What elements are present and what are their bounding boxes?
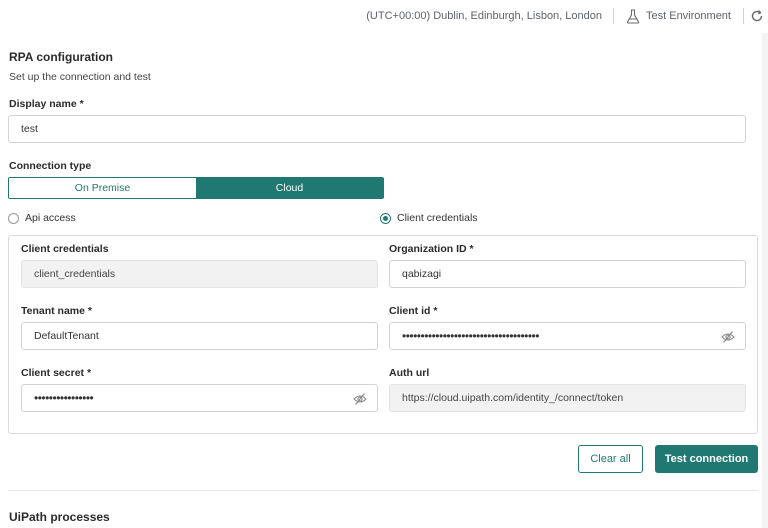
section-divider xyxy=(8,490,758,491)
environment-indicator[interactable]: Test Environment xyxy=(626,8,731,24)
radio-checked-icon xyxy=(380,212,391,224)
auth-url-label: Auth url xyxy=(389,367,430,379)
section-title: RPA configuration xyxy=(9,50,113,64)
client-credentials-label: Client credentials xyxy=(21,243,109,255)
organization-id-value: qabizagi xyxy=(402,268,442,280)
client-secret-value: •••••••••••••••• xyxy=(34,391,94,405)
uipath-processes-title: UiPath processes xyxy=(9,510,110,524)
client-id-value: ••••••••••••••••••••••••••••••••••••• xyxy=(402,329,539,343)
tenant-name-label: Tenant name * xyxy=(21,305,92,317)
timezone-label: (UTC+00:00) Dublin, Edinburgh, Lisbon, L… xyxy=(366,10,602,22)
tenant-name-value: DefaultTenant xyxy=(34,330,99,342)
organization-id-label: Organization ID * xyxy=(389,243,474,255)
environment-label: Test Environment xyxy=(646,10,731,22)
connection-type-toggle: On Premise Cloud xyxy=(8,177,384,199)
client-credentials-value: client_credentials xyxy=(34,268,116,280)
api-access-radio[interactable]: Api access xyxy=(8,212,76,224)
display-name-label: Display name * xyxy=(9,98,84,110)
refresh-icon[interactable] xyxy=(750,9,764,23)
api-access-label: Api access xyxy=(25,212,76,224)
auth-url-value: https://cloud.uipath.com/identity_/conne… xyxy=(402,392,624,404)
client-credentials-field: client_credentials xyxy=(21,260,378,288)
top-bar: (UTC+00:00) Dublin, Edinburgh, Lisbon, L… xyxy=(0,0,768,33)
client-credentials-radio[interactable]: Client credentials xyxy=(380,212,478,224)
client-secret-label: Client secret * xyxy=(21,367,92,379)
client-secret-input[interactable]: •••••••••••••••• xyxy=(21,384,378,412)
divider xyxy=(743,8,744,24)
eye-off-icon[interactable] xyxy=(353,392,367,406)
auth-url-field: https://cloud.uipath.com/identity_/conne… xyxy=(389,384,746,412)
client-id-label: Client id * xyxy=(389,305,438,317)
scrollbar[interactable] xyxy=(762,33,768,528)
test-connection-button[interactable]: Test connection xyxy=(655,445,758,473)
display-name-input[interactable]: test xyxy=(8,115,746,143)
radio-unchecked-icon xyxy=(8,212,19,224)
client-credentials-option-label: Client credentials xyxy=(397,212,478,224)
flask-icon xyxy=(626,8,640,24)
clear-all-button[interactable]: Clear all xyxy=(578,445,643,473)
section-subtitle: Set up the connection and test xyxy=(9,71,151,83)
tenant-name-input[interactable]: DefaultTenant xyxy=(21,322,378,350)
client-id-input[interactable]: ••••••••••••••••••••••••••••••••••••• xyxy=(389,322,746,350)
organization-id-input[interactable]: qabizagi xyxy=(389,260,746,288)
connection-type-label: Connection type xyxy=(9,160,92,172)
divider xyxy=(613,8,614,24)
eye-off-icon[interactable] xyxy=(721,330,735,344)
cloud-option[interactable]: Cloud xyxy=(196,178,383,198)
display-name-value: test xyxy=(21,123,38,135)
on-premise-option[interactable]: On Premise xyxy=(9,178,196,198)
